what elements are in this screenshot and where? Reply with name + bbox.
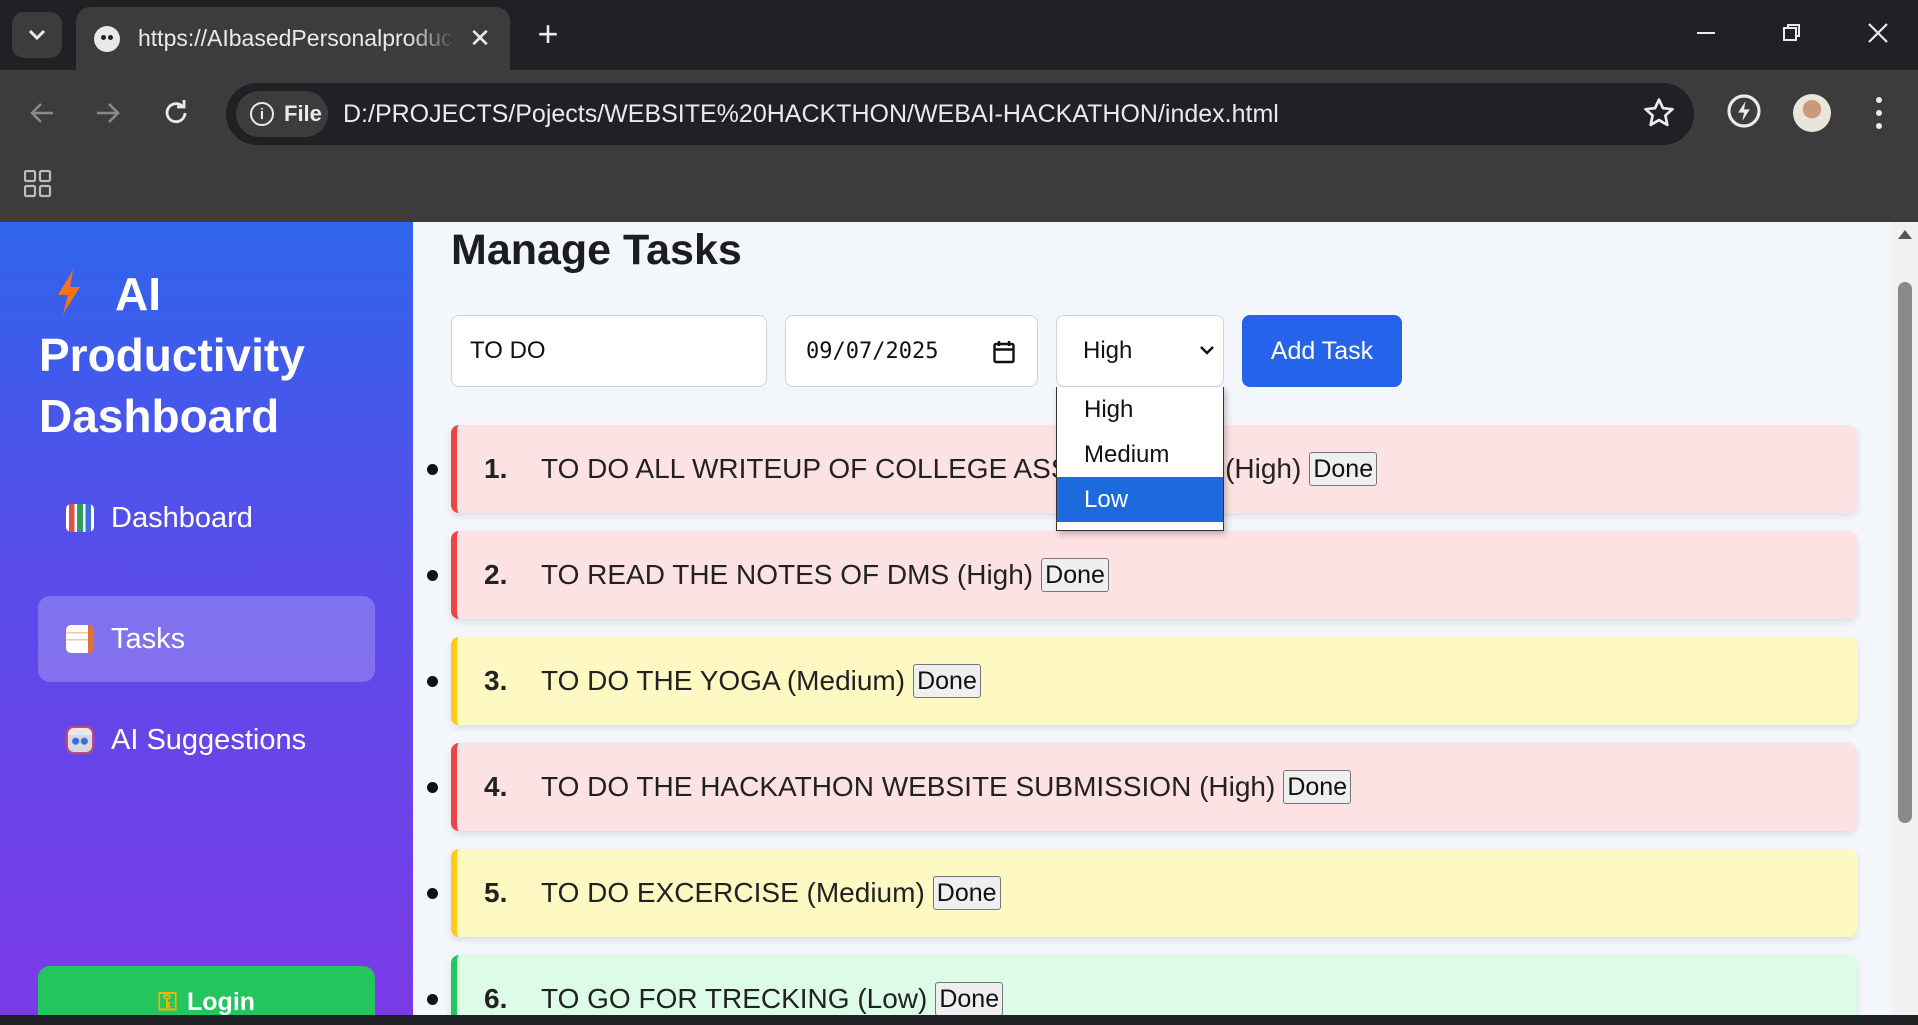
task-number: 6. bbox=[484, 983, 508, 1014]
task-number: 5. bbox=[484, 877, 508, 908]
task-number: 3. bbox=[484, 665, 508, 696]
forward-button[interactable] bbox=[85, 90, 131, 136]
priority-option-medium[interactable]: Medium bbox=[1057, 432, 1223, 477]
site-chip-label: File bbox=[284, 101, 322, 126]
tab-strip: https://AIbasedPersonalproductivityDashb… bbox=[0, 0, 1918, 70]
lightning-icon bbox=[58, 270, 80, 314]
task-text: TO GO FOR TRECKING (Low) bbox=[541, 983, 928, 1014]
restore-button[interactable] bbox=[1752, 0, 1832, 66]
task-number: 1. bbox=[484, 453, 508, 484]
task-text: TO DO THE YOGA (Medium) bbox=[541, 665, 906, 696]
priority-option-high[interactable]: High bbox=[1057, 387, 1223, 432]
sidebar-item-dashboard[interactable]: Dashboard bbox=[38, 475, 375, 561]
profile-avatar[interactable] bbox=[1793, 94, 1831, 132]
login-button[interactable]: ⚿ Login bbox=[38, 966, 375, 1015]
address-bar[interactable]: i File D:/PROJECTS/Pojects/WEBSITE%20HAC… bbox=[226, 83, 1694, 145]
arrow-left-icon bbox=[30, 103, 53, 123]
task-item: 4. TO DO THE HACKATHON WEBSITE SUBMISSIO… bbox=[427, 743, 1857, 831]
done-button[interactable]: Done bbox=[932, 876, 1001, 910]
bookmark-star-icon[interactable] bbox=[1642, 96, 1676, 130]
task-input[interactable] bbox=[451, 315, 767, 387]
performance-icon[interactable] bbox=[1724, 91, 1764, 131]
window-bottom-edge bbox=[0, 1015, 1918, 1025]
brand-title: AI Productivity Dashboard bbox=[39, 264, 359, 447]
date-value: 09/07/2025 bbox=[806, 338, 939, 364]
minimize-icon bbox=[1697, 32, 1715, 34]
sidebar-item-tasks[interactable]: Tasks bbox=[38, 596, 375, 682]
sidebar-item-label: AI Suggestions bbox=[111, 723, 307, 756]
task-text: TO READ THE NOTES OF DMS (High) bbox=[541, 559, 1034, 590]
done-button[interactable]: Done bbox=[1283, 770, 1352, 804]
calendar-icon[interactable] bbox=[993, 340, 1015, 364]
arrow-right-icon bbox=[97, 103, 120, 123]
priority-option-low[interactable]: Low bbox=[1057, 477, 1223, 522]
done-button[interactable]: Done bbox=[1309, 452, 1378, 486]
url-text[interactable]: D:/PROJECTS/Pojects/WEBSITE%20HACKTHON/W… bbox=[343, 83, 1279, 145]
memo-icon bbox=[66, 625, 94, 653]
page-scrollbar[interactable] bbox=[1892, 222, 1918, 1015]
task-number: 2. bbox=[484, 559, 508, 590]
close-window-button[interactable] bbox=[1838, 0, 1918, 66]
task-item: 3. TO DO THE YOGA (Medium) Done bbox=[427, 637, 1857, 725]
back-button[interactable] bbox=[19, 90, 65, 136]
tab-search-button[interactable] bbox=[12, 12, 62, 58]
done-button[interactable]: Done bbox=[1041, 558, 1109, 592]
close-icon bbox=[1868, 23, 1888, 43]
task-item: 2. TO READ THE NOTES OF DMS (High) Done bbox=[427, 531, 1857, 619]
tab-title: https://AIbasedPersonalproductivityDashb… bbox=[138, 25, 456, 51]
reload-icon bbox=[165, 100, 187, 124]
login-label: Login bbox=[187, 988, 256, 1015]
minimize-button[interactable] bbox=[1666, 0, 1746, 66]
site-info-chip[interactable]: i File bbox=[236, 91, 328, 137]
browser-tab[interactable]: https://AIbasedPersonalproductivityDashb… bbox=[76, 7, 510, 70]
sidebar-item-ai-suggestions[interactable]: AI Suggestions bbox=[38, 697, 375, 783]
apps-grid-icon[interactable] bbox=[24, 170, 52, 198]
date-input[interactable]: 09/07/2025 bbox=[785, 315, 1038, 387]
task-text: TO DO EXCERCISE (Medium) bbox=[541, 877, 925, 908]
sidebar: AI Productivity Dashboard Dashboard Task… bbox=[0, 222, 413, 1015]
task-item: 6. TO GO FOR TRECKING (Low) Done bbox=[427, 955, 1857, 1015]
key-icon: ⚿ bbox=[157, 988, 177, 1015]
priority-selected-value: High bbox=[1083, 337, 1133, 364]
page-viewport: AI Productivity Dashboard Dashboard Task… bbox=[0, 222, 1892, 1015]
sidebar-item-label: Dashboard bbox=[111, 501, 253, 534]
task-number: 4. bbox=[484, 771, 508, 802]
priority-dropdown: High Medium Low bbox=[1056, 387, 1224, 531]
robot-icon bbox=[66, 726, 94, 754]
bar-chart-icon bbox=[66, 504, 94, 532]
scroll-up-arrow-icon[interactable] bbox=[1898, 230, 1912, 239]
favicon-icon bbox=[94, 25, 120, 52]
chevron-down-icon bbox=[28, 29, 46, 41]
priority-select[interactable]: High bbox=[1056, 315, 1224, 387]
task-item: 5. TO DO EXCERCISE (Medium) Done bbox=[427, 849, 1857, 937]
main-content: Manage Tasks 09/07/2025 High Add Task 1.… bbox=[413, 222, 1892, 1015]
tab-close-icon[interactable]: ✕ bbox=[466, 23, 494, 54]
browser-toolbar: i File D:/PROJECTS/Pojects/WEBSITE%20HAC… bbox=[0, 70, 1918, 156]
chevron-down-icon bbox=[1200, 346, 1214, 355]
done-button[interactable]: Done bbox=[913, 664, 981, 698]
browser-menu-icon[interactable] bbox=[1864, 93, 1894, 133]
page-title: Manage Tasks bbox=[451, 226, 742, 274]
reload-button[interactable] bbox=[153, 90, 199, 136]
add-task-button[interactable]: Add Task bbox=[1242, 315, 1402, 387]
bookmarks-bar bbox=[0, 156, 1918, 222]
sidebar-item-label: Tasks bbox=[111, 622, 186, 655]
done-button[interactable]: Done bbox=[935, 982, 1004, 1015]
info-icon: i bbox=[250, 102, 274, 126]
restore-icon bbox=[1783, 24, 1800, 41]
new-tab-button[interactable]: + bbox=[528, 12, 568, 56]
scrollbar-thumb[interactable] bbox=[1898, 282, 1912, 823]
task-text: TO DO THE HACKATHON WEBSITE SUBMISSION (… bbox=[541, 771, 1276, 802]
